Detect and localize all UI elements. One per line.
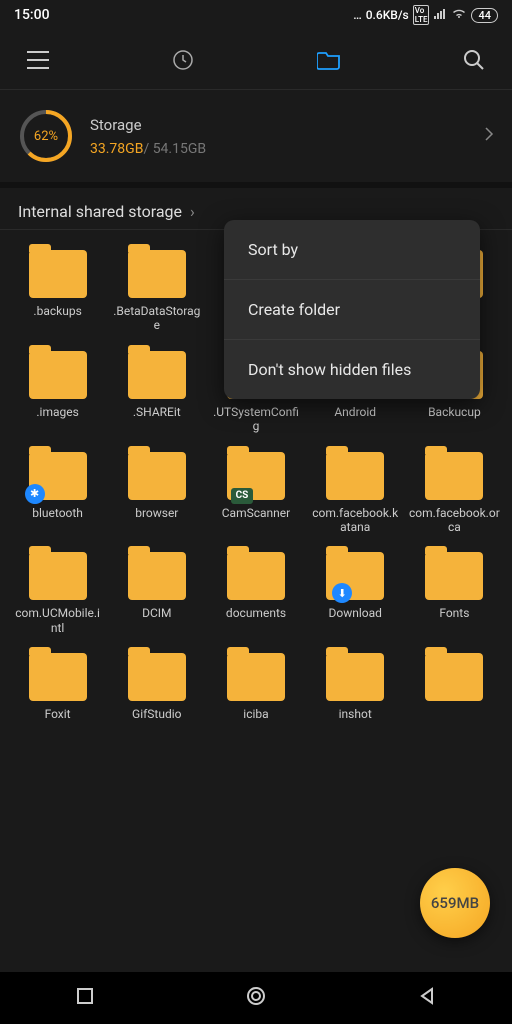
folder-label: .SHAREit <box>131 405 183 433</box>
folder-label: com.facebook.orca <box>407 506 502 535</box>
net-speed: 0.6KB/s <box>366 8 409 22</box>
folder-label: browser <box>133 506 180 534</box>
menu-hide-hidden[interactable]: Don't show hidden files <box>224 340 480 399</box>
folder-label: com.UCMobile.intl <box>10 606 105 635</box>
folder-label: bluetooth <box>30 506 85 534</box>
folder-label: .images <box>34 405 80 433</box>
folder-icon <box>326 653 384 701</box>
folder-icon <box>128 452 186 500</box>
folder-item[interactable]: browser <box>109 452 204 535</box>
camscanner-icon: CS <box>231 488 253 504</box>
storage-ring: 62% <box>18 108 74 164</box>
folder-icon <box>128 552 186 600</box>
context-menu: Sort by Create folder Don't show hidden … <box>224 220 480 399</box>
folder-tab-icon[interactable] <box>309 50 349 70</box>
volte-icon: VoLTE <box>413 5 430 25</box>
storage-used: 33.78GB <box>90 141 143 157</box>
wifi-icon <box>451 8 467 23</box>
folder-item[interactable]: Fonts <box>407 552 502 635</box>
folder-icon <box>29 250 87 298</box>
storage-card[interactable]: 62% Storage 33.78GB/ 54.15GB <box>0 90 512 188</box>
download-icon: ⬇ <box>332 583 352 603</box>
menu-icon[interactable] <box>18 51 58 69</box>
folder-label: Download <box>326 606 383 634</box>
folder-label: Foxit <box>43 707 73 735</box>
folder-item[interactable]: ✱bluetooth <box>10 452 105 535</box>
folder-icon <box>29 653 87 701</box>
folder-label: documents <box>224 606 288 634</box>
folder-item[interactable]: Foxit <box>10 653 105 735</box>
status-bar: 15:00 … 0.6KB/s VoLTE 44 <box>0 0 512 30</box>
folder-icon: CS <box>227 452 285 500</box>
folder-label: GifStudio <box>130 707 183 735</box>
folder-icon: ✱ <box>29 452 87 500</box>
folder-item[interactable]: CS CamScanner <box>208 452 303 535</box>
menu-sort-by[interactable]: Sort by <box>224 220 480 280</box>
back-button[interactable] <box>418 987 436 1009</box>
storage-percent: 62% <box>18 108 74 164</box>
folder-label: Fonts <box>437 606 471 634</box>
folder-icon <box>128 351 186 399</box>
folder-item[interactable]: .SHAREit <box>109 351 204 434</box>
status-right: … 0.6KB/s VoLTE 44 <box>353 5 498 25</box>
battery-icon: 44 <box>471 8 498 23</box>
folder-item[interactable]: documents <box>208 552 303 635</box>
folder-icon <box>425 452 483 500</box>
folder-label: Backucup <box>426 405 483 433</box>
folder-icon <box>29 552 87 600</box>
folder-label: iciba <box>241 707 270 735</box>
folder-icon: ⬇ <box>326 552 384 600</box>
folder-item[interactable]: .backups <box>10 250 105 333</box>
breadcrumb-path: Internal shared storage <box>18 202 182 221</box>
folder-item[interactable]: ⬇ Download <box>308 552 403 635</box>
folder-icon <box>227 653 285 701</box>
folder-label: .BetaDataStorage <box>109 304 204 333</box>
folder-item[interactable]: .BetaDataStorage <box>109 250 204 333</box>
clock: 15:00 <box>14 7 50 23</box>
toolbar <box>0 30 512 90</box>
folder-label: .UTSystemConfig <box>208 405 303 434</box>
folder-icon <box>128 653 186 701</box>
folder-label: CamScanner <box>220 506 292 534</box>
search-icon[interactable] <box>454 49 494 71</box>
bluetooth-icon: ✱ <box>25 484 45 504</box>
recents-button[interactable] <box>76 987 94 1009</box>
folder-icon <box>29 351 87 399</box>
dots-icon: … <box>353 8 362 22</box>
folder-label: Android <box>332 405 378 433</box>
folder-label: com.facebook.katana <box>308 506 403 535</box>
folder-icon <box>425 653 483 701</box>
folder-item[interactable]: inshot <box>308 653 403 735</box>
folder-item[interactable]: com.facebook.orca <box>407 452 502 535</box>
cleanup-fab[interactable]: 659MB <box>420 868 490 938</box>
folder-label: inshot <box>337 707 374 735</box>
folder-icon <box>128 250 186 298</box>
storage-total: / 54.15GB <box>143 141 206 157</box>
recent-icon[interactable] <box>163 49 203 71</box>
storage-info: Storage 33.78GB/ 54.15GB <box>90 116 468 157</box>
storage-title: Storage <box>90 116 468 134</box>
folder-item[interactable]: GifStudio <box>109 653 204 735</box>
folder-icon <box>227 552 285 600</box>
folder-item[interactable]: iciba <box>208 653 303 735</box>
menu-create-folder[interactable]: Create folder <box>224 280 480 340</box>
folder-label <box>452 707 456 735</box>
fab-label: 659MB <box>431 894 479 912</box>
folder-item[interactable]: .images <box>10 351 105 434</box>
home-button[interactable] <box>245 985 267 1011</box>
system-navbar <box>0 972 512 1024</box>
folder-icon <box>326 452 384 500</box>
chevron-right-icon: › <box>190 202 195 221</box>
folder-icon <box>425 552 483 600</box>
chevron-right-icon <box>484 126 494 146</box>
signal-icon <box>433 8 447 23</box>
folder-item[interactable]: DCIM <box>109 552 204 635</box>
folder-label: DCIM <box>140 606 173 634</box>
folder-item[interactable]: com.facebook.katana <box>308 452 403 535</box>
folder-label: .backups <box>31 304 83 332</box>
folder-item[interactable] <box>407 653 502 735</box>
folder-item[interactable]: com.UCMobile.intl <box>10 552 105 635</box>
